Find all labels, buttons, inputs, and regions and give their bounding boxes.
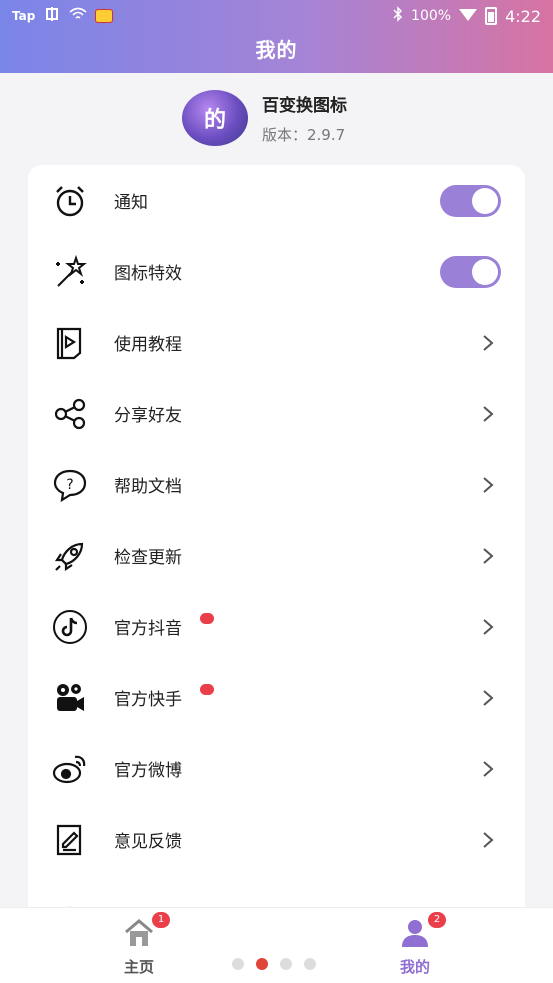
menu-item-kuaishou[interactable]: 官方快手 — [28, 662, 525, 733]
menu-label: 官方微博 — [114, 761, 182, 781]
settings-card: 通知 图标特效 使用教程 分享好友 ? 帮助文档 检查更新 官方抖音 官方快手 … — [28, 165, 525, 925]
app-logo: 的 — [182, 90, 248, 146]
battery-icon — [485, 7, 498, 25]
app-meta: 百变换图标 版本：2.9.7 — [262, 91, 347, 145]
mine-badge: 2 — [428, 912, 446, 928]
nav-mine[interactable]: 2 我的 — [370, 912, 460, 977]
app-info: 的 百变换图标 版本：2.9.7 — [182, 90, 347, 146]
help-bubble-icon: ? — [50, 465, 90, 505]
rocket-icon — [50, 536, 90, 576]
page-dot — [304, 958, 316, 970]
menu-item-douyin[interactable]: 官方抖音 — [28, 591, 525, 662]
status-bar: Tap 100% 4:22 — [0, 0, 553, 32]
status-right: 100% 4:22 — [393, 6, 541, 26]
bottom-nav: 1 主页 2 我的 — [0, 907, 553, 983]
menu-label: 图标特效 — [114, 264, 182, 284]
chevron-right-icon — [483, 476, 494, 493]
menu-label: 意见反馈 — [114, 832, 182, 852]
clock: 4:22 — [505, 6, 541, 26]
menu-label: 通知 — [114, 193, 148, 213]
chevron-right-icon — [483, 689, 494, 706]
menu-item-feedback[interactable]: 意见反馈 — [28, 804, 525, 875]
menu-item-notification[interactable]: 通知 — [28, 165, 525, 236]
wifi-icon — [69, 7, 87, 25]
magic-wand-icon — [50, 252, 90, 292]
page-dot — [280, 958, 292, 970]
icon-effects-toggle[interactable] — [440, 255, 501, 288]
new-dot — [200, 684, 214, 695]
nav-home-label: 主页 — [123, 958, 154, 976]
menu-label: 官方快手 — [114, 690, 182, 710]
alarm-clock-icon — [50, 181, 90, 221]
carrier-label: Tap — [12, 9, 36, 23]
weibo-icon — [50, 749, 90, 789]
menu-item-tutorial[interactable]: 使用教程 — [28, 307, 525, 378]
share-icon — [50, 394, 90, 434]
menu-label: 使用教程 — [114, 335, 182, 355]
home-badge: 1 — [152, 912, 170, 928]
menu-label: 官方抖音 — [114, 619, 182, 639]
feedback-icon — [50, 820, 90, 860]
video-guide-icon — [50, 323, 90, 363]
wifi-signal-icon — [459, 7, 478, 25]
notification-toggle[interactable] — [440, 184, 501, 217]
menu-label: 帮助文档 — [114, 477, 182, 497]
page-indicator — [232, 958, 316, 970]
page-dot-active — [256, 958, 268, 970]
chevron-right-icon — [483, 831, 494, 848]
page-dot — [232, 958, 244, 970]
user-icon: 2 — [398, 912, 446, 950]
app-version: 版本：2.9.7 — [262, 126, 346, 144]
bluetooth-icon — [393, 6, 403, 26]
header: Tap 100% 4:22 我的 — [0, 0, 553, 73]
new-dot — [200, 613, 214, 624]
bug-icon — [43, 5, 61, 27]
chevron-right-icon — [483, 547, 494, 564]
chevron-right-icon — [483, 405, 494, 422]
menu-label: 检查更新 — [114, 548, 182, 568]
battery-percent: 100% — [411, 8, 452, 24]
menu-item-help[interactable]: ? 帮助文档 — [28, 449, 525, 520]
nav-home[interactable]: 1 主页 — [94, 912, 184, 977]
menu-item-check-update[interactable]: 检查更新 — [28, 520, 525, 591]
weibo-notification-icon — [95, 9, 114, 23]
home-icon: 1 — [122, 912, 170, 950]
chevron-right-icon — [483, 760, 494, 777]
tiktok-icon — [50, 607, 90, 647]
toggle-knob — [472, 187, 498, 214]
chevron-right-icon — [483, 618, 494, 635]
status-left: Tap — [12, 5, 114, 27]
kuaishou-icon — [50, 678, 90, 718]
page-title: 我的 — [255, 38, 298, 62]
menu-item-weibo[interactable]: 官方微博 — [28, 733, 525, 804]
nav-mine-label: 我的 — [399, 958, 430, 976]
menu-label: 分享好友 — [114, 406, 182, 426]
app-name: 百变换图标 — [262, 96, 347, 116]
menu-item-icon-effects[interactable]: 图标特效 — [28, 236, 525, 307]
menu-item-share[interactable]: 分享好友 — [28, 378, 525, 449]
chevron-right-icon — [483, 334, 494, 351]
toggle-knob — [472, 258, 498, 285]
svg-text:?: ? — [66, 477, 73, 493]
